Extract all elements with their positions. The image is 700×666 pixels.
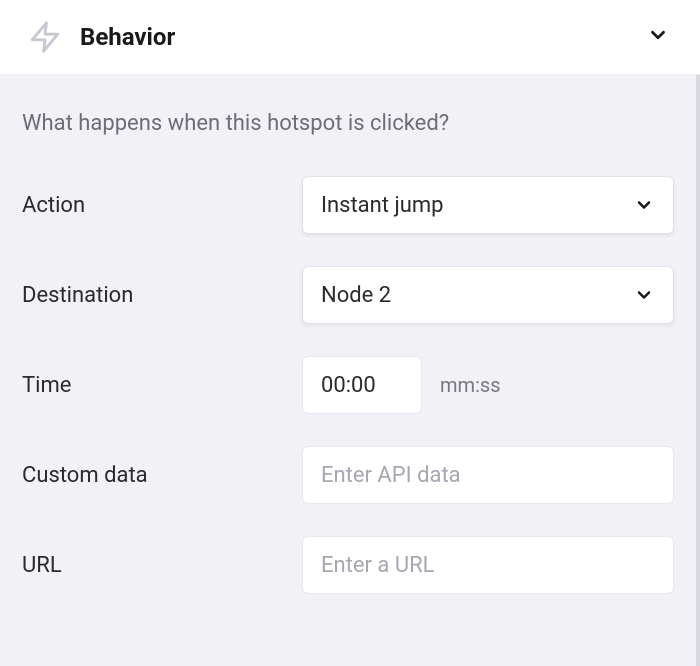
action-label: Action <box>22 193 302 218</box>
panel-title: Behavior <box>80 23 644 51</box>
destination-select[interactable]: Node 2 <box>302 266 674 324</box>
behavior-panel-body: What happens when this hotspot is clicke… <box>0 75 700 666</box>
destination-select-value: Node 2 <box>321 283 633 308</box>
custom-data-label: Custom data <box>22 463 302 488</box>
behavior-panel-header[interactable]: Behavior <box>0 0 700 75</box>
time-unit-label: mm:ss <box>440 373 501 397</box>
collapse-toggle[interactable] <box>644 23 672 51</box>
custom-data-row: Custom data <box>22 446 674 504</box>
lightning-icon <box>28 20 62 54</box>
destination-row: Destination Node 2 <box>22 266 674 324</box>
action-row: Action Instant jump <box>22 176 674 234</box>
panel-description: What happens when this hotspot is clicke… <box>22 111 674 136</box>
chevron-down-icon <box>633 194 655 216</box>
time-input[interactable] <box>302 356 422 414</box>
custom-data-input[interactable] <box>302 446 674 504</box>
action-select-value: Instant jump <box>321 193 633 218</box>
chevron-down-icon <box>647 24 669 50</box>
url-row: URL <box>22 536 674 594</box>
url-label: URL <box>22 553 302 578</box>
time-label: Time <box>22 373 302 398</box>
chevron-down-icon <box>633 284 655 306</box>
time-row: Time mm:ss <box>22 356 674 414</box>
url-input[interactable] <box>302 536 674 594</box>
action-select[interactable]: Instant jump <box>302 176 674 234</box>
destination-label: Destination <box>22 283 302 308</box>
